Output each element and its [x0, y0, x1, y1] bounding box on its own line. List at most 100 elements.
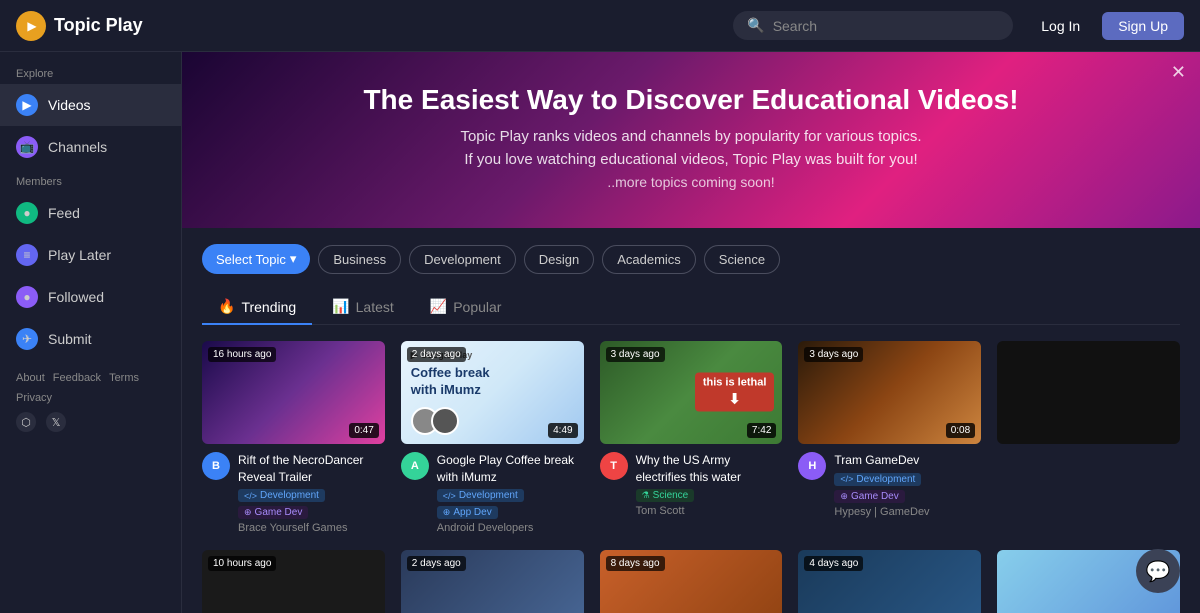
- video-channel-2: Android Developers: [437, 522, 584, 534]
- select-topic-button[interactable]: Select Topic ▾: [202, 244, 310, 274]
- search-input[interactable]: [773, 18, 1000, 34]
- topic-button-business[interactable]: Business: [318, 245, 401, 274]
- video-info-4: H Tram GameDev </> Development ⊕ Game De…: [798, 452, 981, 518]
- search-bar: 🔍: [733, 11, 1013, 40]
- hero-description: If you love watching educational videos,…: [202, 151, 1180, 168]
- channel-avatar-2: A: [401, 452, 429, 480]
- sidebar-label-submit: Submit: [48, 331, 92, 347]
- sidebar-item-play-later[interactable]: ≡ Play Later: [0, 234, 181, 276]
- sidebar-item-followed[interactable]: ● Followed: [0, 276, 181, 318]
- logo: Topic Play: [16, 11, 143, 41]
- tag-dev-2: </> Development: [437, 489, 524, 502]
- video-duration-1: 0:47: [349, 423, 378, 438]
- sidebar-item-feed[interactable]: ● Feed: [0, 192, 181, 234]
- video-card-2[interactable]: ▶ Google Play Coffee breakwith iMumz 2 d…: [401, 341, 584, 534]
- video-tags-1: </> Development ⊕ Game Dev: [238, 489, 385, 519]
- video-thumb-8: 8 days ago: [600, 550, 783, 613]
- main-content: ✕ The Easiest Way to Discover Educationa…: [182, 52, 1200, 613]
- sidebar-label-channels: Channels: [48, 139, 107, 155]
- tag-dev-1: </> Development: [238, 489, 325, 502]
- video-card-8[interactable]: 8 days ago: [600, 550, 783, 613]
- topnav: Topic Play 🔍 Log In Sign Up: [0, 0, 1200, 52]
- video-age-1: 16 hours ago: [208, 347, 276, 362]
- tab-popular[interactable]: 📈 Popular: [414, 290, 518, 325]
- tag-dev-4: </> Development: [834, 473, 921, 486]
- video-tags-2: </> Development ⊕ App Dev: [437, 489, 584, 519]
- chevron-down-icon: ▾: [290, 251, 297, 267]
- video-thumb-2: ▶ Google Play Coffee breakwith iMumz 2 d…: [401, 341, 584, 444]
- sidebar-label-feed: Feed: [48, 205, 80, 221]
- tab-trending[interactable]: 🔥 Trending: [202, 290, 312, 325]
- video-card-7[interactable]: 2 days ago: [401, 550, 584, 613]
- footer-feedback[interactable]: Feedback: [53, 372, 101, 384]
- hero-banner: ✕ The Easiest Way to Discover Educationa…: [182, 52, 1200, 228]
- footer-about[interactable]: About: [16, 372, 45, 384]
- video-card-6[interactable]: 10 hours ago: [202, 550, 385, 613]
- video-title-1: Rift of the NecroDancer Reveal Trailer: [238, 452, 385, 486]
- video-duration-3: 7:42: [747, 423, 776, 438]
- video-tags-4: </> Development ⊕ Game Dev: [834, 473, 981, 503]
- topic-filter: Select Topic ▾ Business Development Desi…: [202, 244, 1180, 274]
- footer-terms[interactable]: Terms: [109, 372, 139, 384]
- sidebar-item-videos[interactable]: ▶ Videos: [0, 84, 181, 126]
- layout: Explore ▶ Videos 📺 Channels Members ● Fe…: [0, 52, 1200, 613]
- chat-button[interactable]: 💬: [1136, 549, 1180, 593]
- video-card-9[interactable]: 4 days ago: [798, 550, 981, 613]
- latest-icon: 📊: [332, 298, 349, 315]
- topic-button-science[interactable]: Science: [704, 245, 780, 274]
- video-age-8: 8 days ago: [606, 556, 665, 571]
- video-meta-4: Tram GameDev </> Development ⊕ Game Dev …: [834, 452, 981, 518]
- members-label: Members: [0, 168, 181, 192]
- video-title-2: Google Play Coffee break with iMumz: [437, 452, 584, 486]
- trending-icon: 🔥: [218, 298, 235, 315]
- chat-icon: 💬: [1146, 559, 1171, 584]
- login-button[interactable]: Log In: [1029, 12, 1092, 40]
- video-age-6: 10 hours ago: [208, 556, 276, 571]
- video-meta-2: Google Play Coffee break with iMumz </> …: [437, 452, 584, 535]
- topic-button-design[interactable]: Design: [524, 245, 594, 274]
- signup-button[interactable]: Sign Up: [1102, 12, 1184, 40]
- video-meta-3: Why the US Army electrifies this water ⚗…: [636, 452, 783, 518]
- footer-privacy[interactable]: Privacy: [16, 392, 52, 404]
- submit-icon: ✈: [16, 328, 38, 350]
- topic-button-development[interactable]: Development: [409, 245, 516, 274]
- channel-avatar-4: H: [798, 452, 826, 480]
- video-info-1: B Rift of the NecroDancer Reveal Trailer…: [202, 452, 385, 535]
- video-thumb-4: 3 days ago 0:08: [798, 341, 981, 444]
- content-area: Select Topic ▾ Business Development Desi…: [182, 228, 1200, 613]
- sidebar-label-videos: Videos: [48, 97, 91, 113]
- video-duration-2: 4:49: [548, 423, 577, 438]
- topic-button-academics[interactable]: Academics: [602, 245, 696, 274]
- logo-icon: [16, 11, 46, 41]
- video-thumb-7: 2 days ago: [401, 550, 584, 613]
- sidebar-item-submit[interactable]: ✈ Submit: [0, 318, 181, 360]
- github-icon[interactable]: ⬡: [16, 412, 36, 432]
- sidebar-label-play-later: Play Later: [48, 247, 111, 263]
- followed-icon: ●: [16, 286, 38, 308]
- video-card-1[interactable]: 16 hours ago 0:47 B Rift of the NecroDan…: [202, 341, 385, 534]
- tab-latest[interactable]: 📊 Latest: [316, 290, 410, 325]
- hero-close-button[interactable]: ✕: [1171, 62, 1186, 83]
- video-age-9: 4 days ago: [804, 556, 863, 571]
- sidebar-item-channels[interactable]: 📺 Channels: [0, 126, 181, 168]
- hero-title: The Easiest Way to Discover Educational …: [202, 84, 1180, 116]
- twitter-icon[interactable]: 𝕏: [46, 412, 66, 432]
- video-card-5[interactable]: [997, 341, 1180, 534]
- video-info-2: A Google Play Coffee break with iMumz </…: [401, 452, 584, 535]
- tag-appdev-2: ⊕ App Dev: [437, 506, 498, 519]
- video-channel-3: Tom Scott: [636, 505, 783, 517]
- playlater-icon: ≡: [16, 244, 38, 266]
- sidebar-label-followed: Followed: [48, 289, 104, 305]
- feed-icon: ●: [16, 202, 38, 224]
- video-card-4[interactable]: 3 days ago 0:08 H Tram GameDev </> Devel…: [798, 341, 981, 534]
- video-tags-3: ⚗ Science: [636, 489, 783, 502]
- video-title-3: Why the US Army electrifies this water: [636, 452, 783, 486]
- videos-icon: ▶: [16, 94, 38, 116]
- video-card-3[interactable]: this is lethal ⬇ 3 days ago 7:42 T Why t…: [600, 341, 783, 534]
- video-age-4: 3 days ago: [804, 347, 863, 362]
- video-title-4: Tram GameDev: [834, 452, 981, 469]
- video-thumb-6: 10 hours ago: [202, 550, 385, 613]
- video-age-3: 3 days ago: [606, 347, 665, 362]
- video-grid-row1: 16 hours ago 0:47 B Rift of the NecroDan…: [202, 341, 1180, 534]
- footer-links: About Feedback Terms Privacy: [16, 372, 165, 404]
